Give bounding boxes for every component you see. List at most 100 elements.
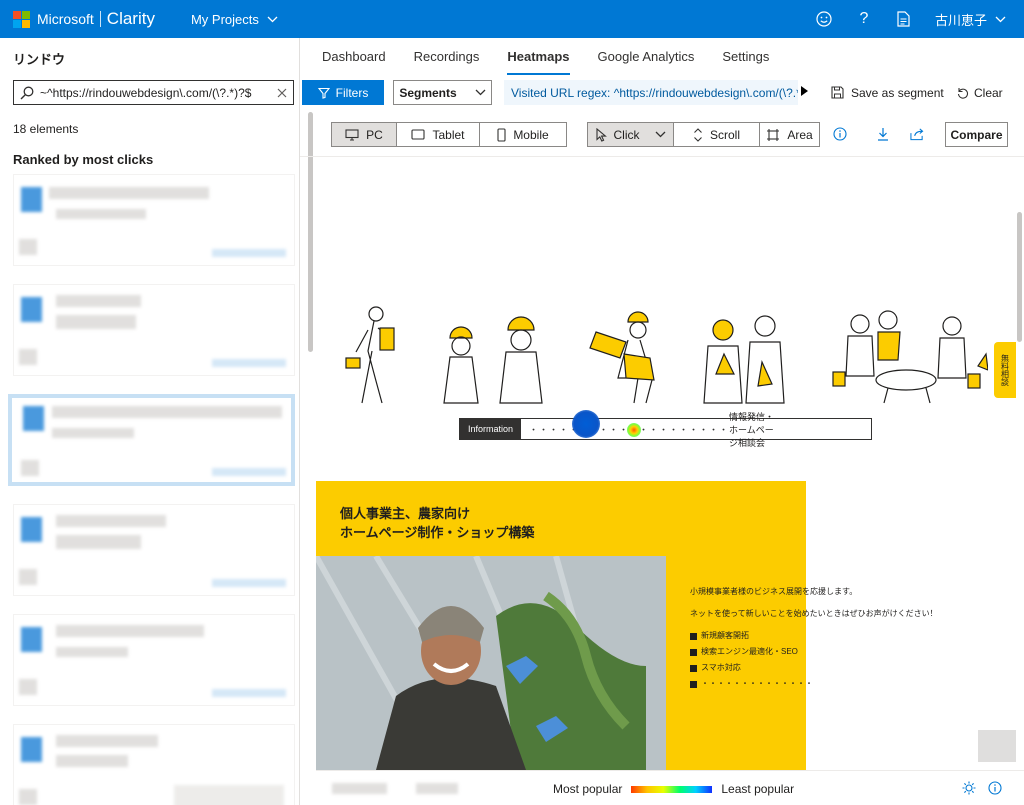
information-bar[interactable]: Information ・・・・・・・・・・・・・・・・・・・・ 情報発信・ホー… bbox=[459, 412, 872, 448]
device-tablet[interactable]: Tablet bbox=[397, 123, 480, 146]
farmer-photo bbox=[316, 556, 666, 770]
monitor-icon bbox=[345, 128, 359, 141]
microsoft-logo-icon bbox=[13, 10, 30, 28]
smiley-icon[interactable] bbox=[815, 10, 833, 28]
copy-line1: 小規模事業者様のビジネス展開を応援します。 bbox=[690, 587, 858, 596]
device-tablet-label: Tablet bbox=[432, 127, 465, 142]
device-pc[interactable]: PC bbox=[332, 123, 397, 146]
copy-line2: ネットを使って新しいことを始めたいときはぜひお声がけください！ bbox=[690, 609, 938, 618]
click-hotspot bbox=[572, 410, 600, 438]
device-pc-label: PC bbox=[366, 127, 383, 142]
main-tabs: Dashboard Recordings Heatmaps Google Ana… bbox=[322, 38, 769, 75]
user-menu[interactable]: 古川恵子 bbox=[935, 10, 1006, 29]
ranked-title: Ranked by most clicks bbox=[13, 152, 154, 167]
save-as-segment-button[interactable]: Save as segment bbox=[831, 80, 944, 105]
bottom-bar: Most popular Least popular bbox=[316, 770, 1024, 805]
element-card[interactable] bbox=[13, 724, 295, 805]
segments-dropdown[interactable]: Segments bbox=[393, 80, 492, 105]
element-card[interactable] bbox=[13, 174, 295, 266]
document-icon[interactable] bbox=[895, 10, 913, 28]
free-consultation-tab[interactable]: 無料相談 bbox=[994, 342, 1016, 398]
hero-copy: 小規模事業者様のビジネス展開を応援します。 ネットを使って新しいことを始めたいと… bbox=[690, 584, 938, 692]
brand-microsoft: Microsoft bbox=[37, 11, 94, 27]
check-item: 新規顧客開拓 bbox=[701, 631, 749, 640]
clear-button[interactable]: Clear bbox=[956, 80, 1003, 105]
device-switcher: PC Tablet Mobile bbox=[331, 122, 567, 147]
heatmap-viewport[interactable]: Information ・・・・・・・・・・・・・・・・・・・・ 情報発信・ホー… bbox=[316, 158, 1016, 770]
save-icon bbox=[831, 86, 844, 99]
ranked-elements-list bbox=[8, 174, 295, 805]
filter-icon bbox=[317, 87, 330, 99]
mode-scroll[interactable]: Scroll bbox=[674, 123, 760, 146]
url-filter-chip[interactable]: Visited URL regex: ^https://rindouwebdes… bbox=[504, 80, 798, 105]
heatmap-mode-switcher: Click Scroll Area bbox=[587, 122, 820, 147]
heatmap-legend: Most popular Least popular bbox=[553, 782, 794, 796]
check-item: ・・・・・・・・・・・・・・ bbox=[701, 679, 813, 688]
element-card[interactable] bbox=[13, 504, 295, 596]
hero-title-line2: ホームページ制作・ショップ構築 bbox=[340, 525, 535, 540]
segments-label: Segments bbox=[399, 85, 457, 100]
check-item: 検索エンジン最適化・SEO bbox=[701, 647, 798, 656]
legend-least: Least popular bbox=[721, 782, 795, 796]
elements-count: 18 elements bbox=[13, 122, 79, 136]
mode-area[interactable]: Area bbox=[760, 123, 819, 146]
device-mobile[interactable]: Mobile bbox=[480, 123, 566, 146]
filter-row: Filters Segments Visited URL regex: ^htt… bbox=[300, 75, 1024, 111]
info-icon[interactable] bbox=[833, 127, 847, 141]
viewport-scrollbar[interactable] bbox=[1017, 212, 1022, 342]
chevron-down-icon bbox=[475, 89, 486, 96]
filters-label: Filters bbox=[335, 85, 369, 100]
heatmap-toolbar: PC Tablet Mobile Click Scroll Area Compa… bbox=[300, 111, 1024, 157]
checkbox-icon bbox=[690, 664, 697, 672]
area-icon bbox=[767, 128, 780, 141]
check-item: スマホ対応 bbox=[701, 663, 741, 672]
element-card[interactable] bbox=[13, 614, 295, 706]
info-icon[interactable] bbox=[988, 781, 1002, 798]
click-hotspot bbox=[627, 423, 641, 437]
checkbox-icon bbox=[690, 632, 697, 640]
tab-google-analytics[interactable]: Google Analytics bbox=[598, 38, 695, 75]
tab-settings[interactable]: Settings bbox=[722, 38, 769, 75]
url-search-input[interactable] bbox=[40, 85, 271, 100]
element-card-selected[interactable] bbox=[8, 394, 295, 486]
close-icon[interactable] bbox=[277, 88, 287, 98]
mode-click[interactable]: Click bbox=[588, 123, 674, 146]
tab-heatmaps[interactable]: Heatmaps bbox=[507, 38, 570, 75]
element-card[interactable] bbox=[13, 284, 295, 376]
brightness-icon[interactable] bbox=[962, 781, 976, 798]
mode-scroll-label: Scroll bbox=[709, 127, 740, 142]
user-name: 古川恵子 bbox=[934, 12, 987, 28]
brand-clarity: Clarity bbox=[106, 9, 155, 28]
mode-click-label: Click bbox=[613, 127, 640, 142]
people-illustration bbox=[345, 306, 988, 404]
elements-panel: リンドウ 18 elements Ranked by most clicks bbox=[0, 38, 300, 805]
chevron-down-icon bbox=[995, 16, 1006, 22]
share-icon[interactable] bbox=[910, 127, 924, 141]
information-text: 情報発信・ホームページ相談会 bbox=[729, 411, 775, 448]
legend-gradient bbox=[631, 785, 713, 793]
legend-most: Most popular bbox=[553, 782, 623, 796]
clear-label: Clear bbox=[974, 85, 1003, 100]
chevron-down-icon bbox=[655, 131, 665, 138]
top-bar: Microsoft Clarity My Projects ? 古川恵子 bbox=[0, 0, 1024, 38]
my-projects-label: My Projects bbox=[190, 11, 259, 27]
brand[interactable]: Microsoft Clarity bbox=[37, 9, 155, 29]
download-icon[interactable] bbox=[876, 127, 890, 141]
compare-button[interactable]: Compare bbox=[945, 122, 1008, 147]
help-icon[interactable]: ? bbox=[855, 10, 873, 28]
scroll-icon bbox=[694, 127, 702, 142]
tab-recordings[interactable]: Recordings bbox=[414, 38, 480, 75]
undo-icon bbox=[957, 88, 969, 99]
url-search-box[interactable] bbox=[13, 80, 294, 105]
tablet-icon bbox=[411, 129, 426, 140]
my-projects-dropdown[interactable]: My Projects bbox=[191, 12, 278, 27]
checkbox-icon bbox=[690, 680, 697, 688]
scroll-top-placeholder[interactable] bbox=[978, 730, 1016, 762]
phone-icon bbox=[497, 127, 506, 142]
device-mobile-label: Mobile bbox=[513, 127, 549, 142]
scroll-right-icon[interactable] bbox=[801, 86, 808, 96]
search-icon bbox=[20, 86, 34, 99]
filters-button[interactable]: Filters bbox=[302, 80, 384, 105]
tab-dashboard[interactable]: Dashboard bbox=[322, 38, 386, 75]
information-label: Information bbox=[460, 419, 522, 439]
